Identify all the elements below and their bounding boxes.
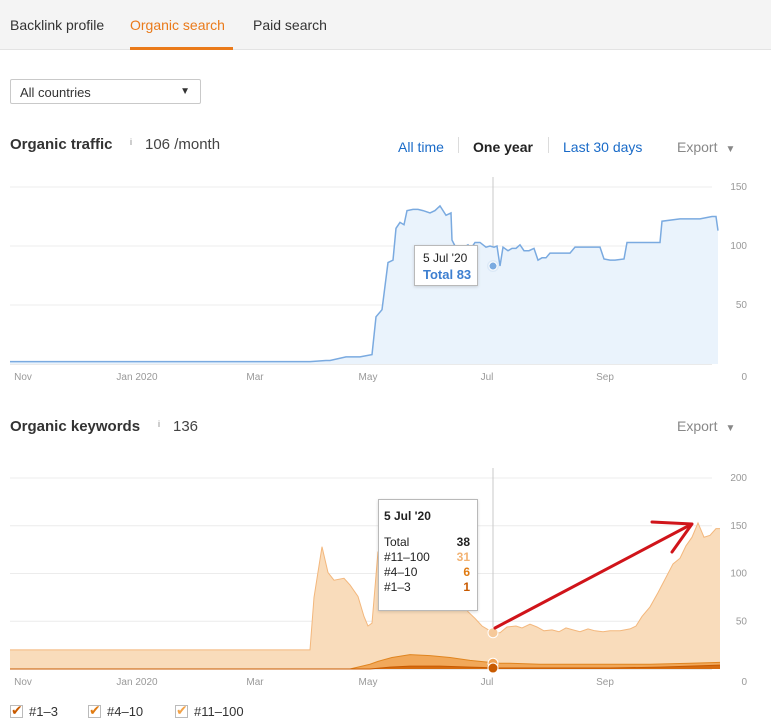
traffic-tooltip-total: Total 83 bbox=[423, 267, 472, 282]
chevron-down-icon: ▼ bbox=[180, 86, 190, 97]
y-tick-label: 0 bbox=[741, 677, 747, 688]
y-tick-label: 50 bbox=[736, 616, 748, 627]
keywords-title: Organic keywords bbox=[10, 418, 141, 435]
tooltip-row: #4–10 6 bbox=[384, 565, 477, 580]
range-divider bbox=[548, 137, 549, 153]
checkbox-checked-icon[interactable]: ✔ bbox=[175, 702, 188, 718]
keywords-export-label: Export bbox=[677, 418, 718, 434]
checkbox-checked-icon[interactable]: ✔ bbox=[10, 702, 23, 718]
legend-item-1-3[interactable]: ✔ #1–3 bbox=[10, 702, 58, 720]
range-last-30-days[interactable]: Last 30 days bbox=[563, 139, 642, 155]
keywords-tooltip-date: 5 Jul '20 bbox=[384, 509, 431, 523]
range-one-year[interactable]: One year bbox=[473, 139, 533, 155]
y-tick-label: 100 bbox=[730, 241, 747, 252]
x-tick-label: Jul bbox=[481, 372, 494, 383]
keywords-export-button[interactable]: Export ▼ bbox=[677, 418, 735, 434]
traffic-chart[interactable]: 0 50 100 150 Nov Jan 2020 Mar May Jul Sep bbox=[0, 170, 771, 390]
series-area bbox=[10, 205, 718, 364]
traffic-title: Organic traffic bbox=[10, 136, 113, 153]
keywords-value: 136 bbox=[173, 418, 199, 435]
y-tick-label: 0 bbox=[741, 372, 747, 383]
tabs-bar: Backlink profile Organic search Paid sea… bbox=[0, 0, 771, 50]
traffic-info-icon[interactable]: i bbox=[130, 137, 132, 147]
chevron-down-icon: ▼ bbox=[725, 423, 736, 434]
traffic-export-button[interactable]: Export ▼ bbox=[677, 139, 735, 155]
x-tick-label: Jan 2020 bbox=[116, 677, 158, 688]
legend-label: #1–3 bbox=[29, 704, 58, 719]
range-divider bbox=[458, 137, 459, 153]
tooltip-row: #1–3 1 bbox=[384, 580, 477, 595]
tab-backlink-profile[interactable]: Backlink profile bbox=[10, 17, 104, 33]
traffic-tooltip-date: 5 Jul '20 bbox=[423, 251, 468, 265]
x-tick-label: Mar bbox=[246, 372, 264, 383]
y-tick-label: 150 bbox=[730, 521, 747, 532]
hover-point bbox=[487, 627, 499, 639]
y-tick-label: 200 bbox=[730, 473, 747, 484]
x-tick-label: Nov bbox=[14, 372, 32, 383]
tooltip-row-value: 1 bbox=[463, 580, 470, 594]
tooltip-row: #11–100 31 bbox=[384, 550, 477, 565]
x-tick-label: May bbox=[359, 372, 378, 383]
x-tick-label: Mar bbox=[246, 677, 264, 688]
checkbox-checked-icon[interactable]: ✔ bbox=[88, 702, 101, 718]
tooltip-row: Total 38 bbox=[384, 535, 477, 550]
tooltip-row-label: Total bbox=[384, 535, 410, 549]
keywords-tooltip: 5 Jul '20 Total 38 #11–100 31 #4–10 6 #1–3 1 bbox=[378, 499, 478, 611]
range-all-time[interactable]: All time bbox=[398, 139, 444, 155]
legend-item-4-10[interactable]: ✔ #4–10 bbox=[88, 702, 144, 720]
x-tick-label: Nov bbox=[14, 677, 32, 688]
legend-label: #4–10 bbox=[107, 704, 144, 719]
traffic-tooltip: 5 Jul '20 Total 83 bbox=[414, 245, 478, 286]
traffic-value: 106 /month bbox=[145, 136, 221, 153]
active-tab-indicator bbox=[130, 47, 233, 50]
tooltip-row-value: 38 bbox=[456, 535, 470, 549]
x-tick-label: Jan 2020 bbox=[116, 372, 158, 383]
chevron-down-icon: ▼ bbox=[725, 144, 736, 155]
series-area bbox=[10, 522, 720, 669]
x-tick-label: Jul bbox=[481, 677, 494, 688]
keywords-info-icon[interactable]: i bbox=[158, 419, 160, 429]
tooltip-row-label: #1–3 bbox=[384, 580, 411, 594]
hover-point bbox=[487, 662, 499, 674]
x-tick-label: Sep bbox=[596, 677, 614, 688]
tooltip-row-label: #11–100 bbox=[384, 550, 430, 564]
tooltip-row-label: #4–10 bbox=[384, 565, 418, 579]
traffic-export-label: Export bbox=[677, 139, 718, 155]
tab-organic-search[interactable]: Organic search bbox=[130, 17, 225, 33]
tooltip-row-value: 31 bbox=[456, 550, 470, 564]
x-tick-label: Sep bbox=[596, 372, 614, 383]
y-tick-label: 50 bbox=[736, 300, 748, 311]
legend-item-11-100[interactable]: ✔ #11–100 bbox=[175, 702, 244, 720]
tab-paid-search[interactable]: Paid search bbox=[253, 17, 327, 33]
legend-label: #11–100 bbox=[194, 704, 244, 719]
country-select-value: All countries bbox=[20, 85, 91, 100]
x-tick-label: May bbox=[359, 677, 378, 688]
tooltip-row-value: 6 bbox=[463, 565, 470, 579]
y-tick-label: 150 bbox=[730, 182, 747, 193]
country-select[interactable]: All countries ▼ bbox=[10, 79, 201, 104]
hover-point bbox=[488, 261, 498, 271]
y-tick-label: 100 bbox=[730, 569, 747, 580]
